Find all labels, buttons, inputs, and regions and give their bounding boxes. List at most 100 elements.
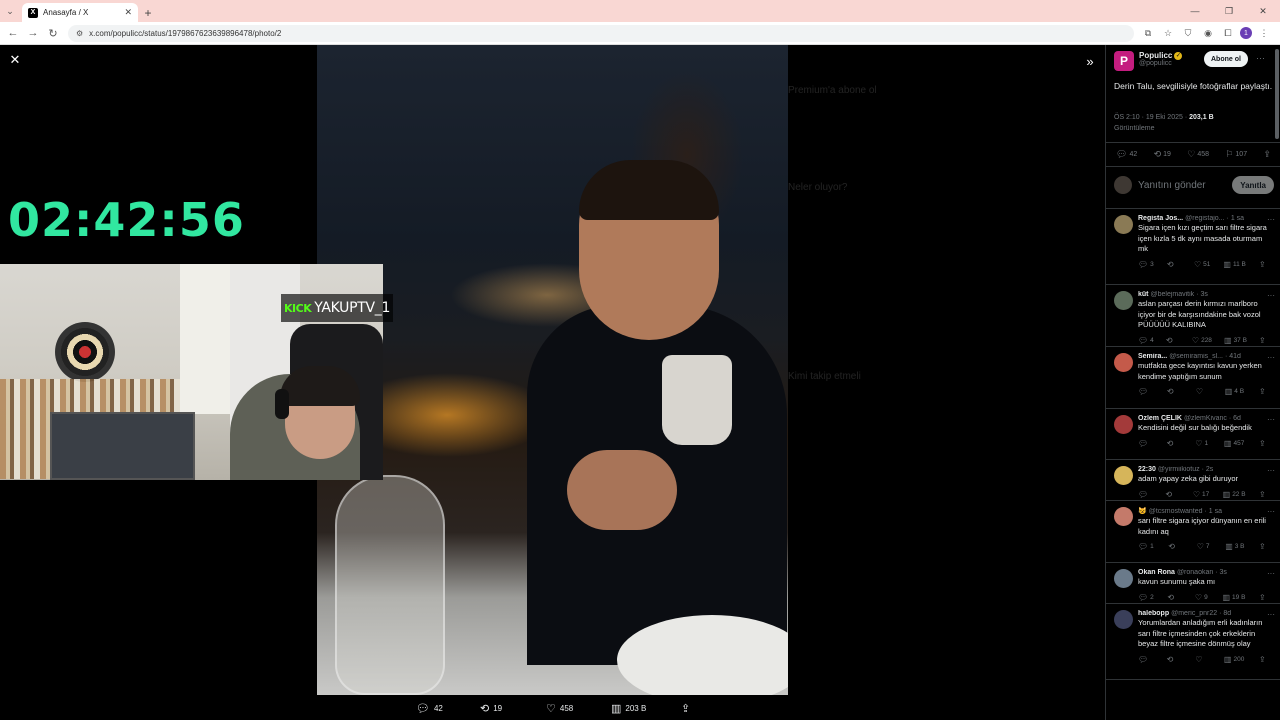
reply-reply-button[interactable]: 💬︎ 4 (1138, 336, 1154, 345)
back-icon[interactable]: ← (4, 24, 22, 42)
reply-repost-button[interactable]: ⟲ (1166, 336, 1180, 345)
maximize-icon[interactable]: ❐ (1212, 0, 1246, 22)
reply-share-button[interactable]: ⇪ (1259, 260, 1273, 269)
reload-icon[interactable]: ↻ (44, 24, 62, 42)
reply-author-handle[interactable]: @registajo... (1185, 215, 1224, 222)
viewer-like-button[interactable]: ♡ 458 (546, 702, 611, 715)
reply-item[interactable]: 22:30 @yirmiikiotuz · 2s ··· adam yapay … (1106, 460, 1280, 501)
reply-more-icon[interactable]: ··· (1267, 353, 1275, 362)
reply-views-button[interactable]: ▥ 19 B (1222, 593, 1245, 602)
site-info-icon[interactable]: ⚙ (76, 29, 83, 38)
reply-reply-button[interactable]: 💬︎ (1138, 490, 1152, 499)
reply-author-handle[interactable]: @semiramis_sl... (1169, 353, 1223, 360)
repost-button[interactable]: ⟲ 19 (1154, 149, 1171, 160)
reply-author-handle[interactable]: @zlemKivanc (1184, 415, 1227, 422)
reply-time[interactable]: · 3s (1215, 569, 1227, 576)
extension-icon[interactable]: ◉ (1200, 25, 1216, 41)
extensions-puzzle-icon[interactable]: ⧠ (1220, 25, 1236, 41)
viewer-share-button[interactable]: ⇪ (681, 702, 690, 715)
viewer-views-button[interactable]: ▥ 203 B (611, 702, 681, 715)
reply-views-button[interactable]: ▥ 22 B (1223, 490, 1246, 499)
reply-input[interactable]: Yanıtını gönder (1138, 180, 1226, 191)
post-time[interactable]: ÖS 2:10 · 19 Eki 2025 · (1114, 114, 1189, 121)
reply-avatar[interactable] (1114, 610, 1133, 629)
reply-like-button[interactable]: ♡ 7 (1197, 542, 1211, 551)
close-tab-icon[interactable]: ✕ (124, 7, 132, 18)
share-button[interactable]: ⇪ (1263, 149, 1271, 160)
reply-author-name[interactable]: Özlem ÇELİK (1138, 415, 1182, 422)
reply-repost-button[interactable]: ⟲ (1165, 490, 1179, 499)
like-button[interactable]: ♡ 458 (1187, 149, 1209, 160)
reply-author-handle[interactable]: @belejmavitik (1151, 291, 1195, 298)
post-author[interactable]: P Populicc ✓ @populicc (1114, 51, 1274, 71)
close-window-icon[interactable]: ✕ (1246, 0, 1280, 22)
reply-more-icon[interactable]: ··· (1267, 466, 1275, 475)
reply-submit-button[interactable]: Yanıtla (1232, 176, 1274, 194)
reply-reply-button[interactable]: 💬︎ 3 (1138, 260, 1154, 269)
author-avatar[interactable]: P (1114, 51, 1134, 71)
reply-item[interactable]: Özlem ÇELİK @zlemKivanc · 6d ··· Kendisi… (1106, 409, 1280, 460)
url-input[interactable]: ⚙ x.com/populicc/status/1979867623639896… (68, 24, 1134, 42)
reply-reply-button[interactable]: 💬︎ 1 (1138, 542, 1154, 551)
post-more-icon[interactable]: ··· (1256, 53, 1265, 63)
reply-more-icon[interactable]: ··· (1267, 215, 1275, 224)
viewer-reply-button[interactable]: 💬︎ 42 (416, 702, 480, 715)
new-tab-icon[interactable]: + (138, 3, 158, 22)
reply-reply-button[interactable]: 💬︎ (1138, 439, 1152, 448)
reply-more-icon[interactable]: ··· (1267, 291, 1275, 300)
reply-item[interactable]: Regista Jos... @registajo... · 1 sa ··· … (1106, 209, 1280, 285)
reply-more-icon[interactable]: ··· (1267, 415, 1275, 424)
reply-like-button[interactable]: ♡ 1 (1195, 439, 1209, 448)
viewer-repost-button[interactable]: ⟲ 19 (480, 702, 546, 715)
reply-avatar[interactable] (1114, 215, 1133, 234)
subscribe-button[interactable]: Abone ol (1204, 51, 1248, 67)
reply-reply-button[interactable]: 💬︎ (1138, 655, 1152, 664)
reply-repost-button[interactable]: ⟲ (1167, 439, 1181, 448)
install-app-icon[interactable]: ⧉ (1140, 25, 1156, 41)
reply-time[interactable]: · 1 sa (1227, 215, 1245, 222)
reply-like-button[interactable]: ♡ 17 (1193, 490, 1209, 499)
close-viewer-icon[interactable]: ✕ (8, 52, 22, 67)
reply-button[interactable]: 💬︎ 42 (1116, 149, 1137, 160)
reply-avatar[interactable] (1114, 466, 1133, 485)
minimize-icon[interactable]: — (1178, 0, 1212, 22)
author-name[interactable]: Populicc (1139, 51, 1172, 60)
reply-item[interactable]: Okan Rona @ronaokan · 3s ··· kavun sunum… (1106, 563, 1280, 604)
reply-share-button[interactable]: ⇪ (1259, 542, 1273, 551)
reply-repost-button[interactable]: ⟲ (1167, 593, 1181, 602)
reply-item[interactable]: Semira... @semiramis_sl... · 41d ··· mut… (1106, 347, 1280, 409)
reply-repost-button[interactable]: ⟲ (1168, 542, 1182, 551)
reply-more-icon[interactable]: ··· (1267, 610, 1275, 619)
reply-author-name[interactable]: Semira... (1138, 353, 1167, 360)
reply-views-button[interactable]: ▥ 11 B (1223, 260, 1245, 269)
reply-views-button[interactable]: ▥ 3 B (1225, 542, 1244, 551)
reply-reply-button[interactable]: 💬︎ (1138, 387, 1152, 396)
reply-avatar[interactable] (1114, 569, 1133, 588)
expand-sidebar-icon[interactable]: » (1082, 53, 1098, 69)
reply-time[interactable]: · 41d (1225, 353, 1241, 360)
browser-menu-icon[interactable]: ⋮ (1256, 25, 1272, 41)
reply-share-button[interactable]: ⇪ (1259, 336, 1273, 345)
browser-tab[interactable]: X Anasayfa / X ✕ (22, 3, 138, 22)
shield-extension-icon[interactable]: ⛉ (1180, 25, 1196, 41)
reply-reply-button[interactable]: 💬︎ 2 (1138, 593, 1154, 602)
reply-author-name[interactable]: 22:30 (1138, 466, 1156, 473)
tab-search-icon[interactable]: ⌄ (0, 0, 20, 22)
forward-icon[interactable]: → (24, 24, 42, 42)
reply-author-handle[interactable]: @ronaokan (1177, 569, 1213, 576)
reply-author-handle[interactable]: @meric_pnr22 (1171, 610, 1217, 617)
reply-author-name[interactable]: Regista Jos... (1138, 215, 1183, 222)
sidebar-scrollbar[interactable] (1275, 49, 1279, 139)
reply-repost-button[interactable]: ⟲ (1167, 260, 1181, 269)
reply-time[interactable]: · 6d (1229, 415, 1241, 422)
reply-time[interactable]: · 2s (1202, 466, 1214, 473)
reply-item[interactable]: halebopp @meric_pnr22 · 8d ··· Yorumlard… (1106, 604, 1280, 680)
reply-author-name[interactable]: Okan Rona (1138, 569, 1175, 576)
reply-avatar[interactable] (1114, 415, 1133, 434)
reply-like-button[interactable]: ♡ (1196, 387, 1210, 396)
bookmark-button[interactable]: ⚐ 107 (1225, 149, 1247, 160)
reply-share-button[interactable]: ⇪ (1259, 655, 1273, 664)
reply-avatar[interactable] (1114, 507, 1133, 526)
reply-views-button[interactable]: ▥ 4 B (1225, 387, 1244, 396)
reply-author-name[interactable]: küt (1138, 291, 1149, 298)
